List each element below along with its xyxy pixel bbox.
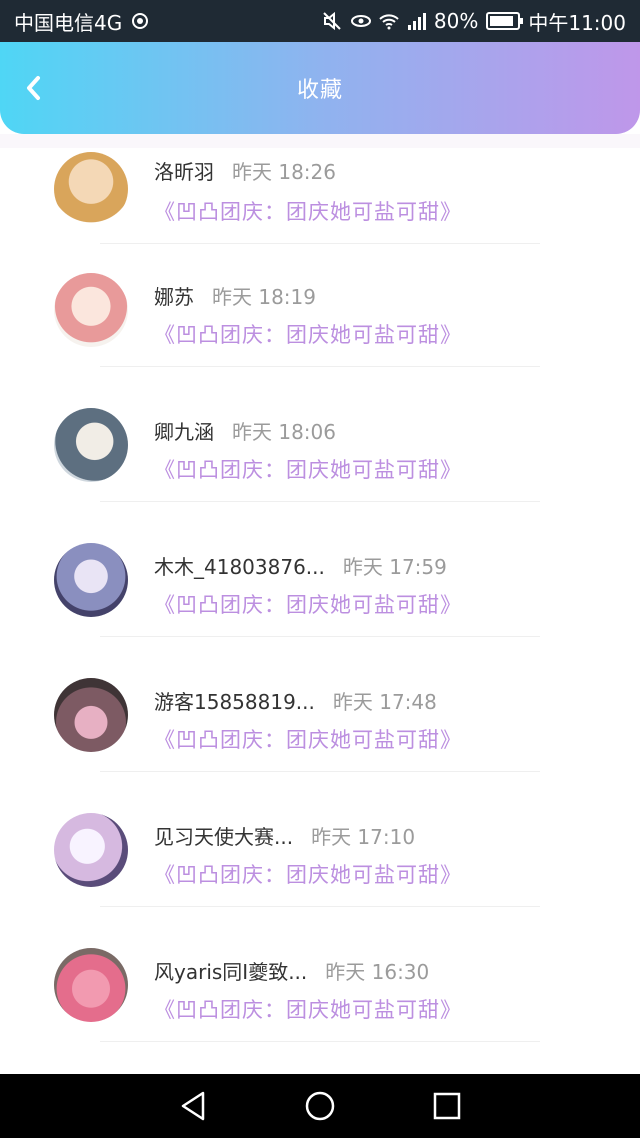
timestamp: 昨天 18:06 (232, 420, 336, 444)
timestamp: 昨天 16:30 (325, 960, 430, 984)
back-button[interactable] (18, 72, 50, 104)
battery-icon (486, 12, 524, 30)
divider (100, 366, 540, 367)
timestamp: 昨天 18:26 (232, 160, 336, 184)
article-link[interactable]: 《凹凸团庆：团庆她可盐可甜》 (154, 454, 462, 484)
divider (100, 906, 540, 907)
list-item[interactable]: 洛昕羽 昨天 18:26 《凹凸团庆：团庆她可盐可甜》 (0, 148, 640, 271)
avatar (54, 273, 128, 347)
divider (100, 243, 540, 244)
user-name: 游客15858819... (154, 690, 315, 714)
avatar (54, 678, 128, 752)
list-item[interactable]: 卿九涵 昨天 18:06 《凹凸团庆：团庆她可盐可甜》 (0, 406, 640, 541)
list-item[interactable]: 木木_41803876... 昨天 17:59 《凹凸团庆：团庆她可盐可甜》 (0, 541, 640, 676)
triangle-back-icon (182, 1091, 205, 1121)
signal-shield-icon (130, 11, 150, 31)
divider (100, 1041, 540, 1042)
user-name: 娜苏 (154, 285, 194, 309)
divider (100, 501, 540, 502)
timestamp: 昨天 17:48 (332, 690, 437, 714)
list-item[interactable]: 娜苏 昨天 18:19 《凹凸团庆：团庆她可盐可甜》 (0, 271, 640, 406)
clock: 中午11:00 (528, 10, 626, 35)
battery-percent: 80% (433, 9, 479, 33)
avatar (54, 813, 128, 887)
nav-recent-button[interactable] (429, 1088, 465, 1124)
user-name: 卿九涵 (154, 420, 214, 444)
user-name: 木木_41803876... (154, 555, 325, 579)
divider (100, 636, 540, 637)
avatar (54, 408, 128, 482)
nav-home-button[interactable] (302, 1088, 338, 1124)
status-left: 中国电信4G (14, 7, 150, 36)
favorites-list: 洛昕羽 昨天 18:26 《凹凸团庆：团庆她可盐可甜》 娜苏 昨天 18:19 … (0, 148, 640, 1074)
timestamp: 昨天 17:59 (342, 555, 447, 579)
eye-icon (350, 11, 371, 31)
user-name: 洛昕羽 (154, 160, 214, 184)
avatar (54, 543, 128, 617)
article-link[interactable]: 《凹凸团庆：团庆她可盐可甜》 (154, 859, 462, 889)
timestamp: 昨天 18:19 (212, 285, 316, 309)
nav-back-button[interactable] (175, 1088, 211, 1124)
avatar (54, 152, 128, 226)
timestamp: 昨天 17:10 (311, 825, 416, 849)
square-recent-icon (433, 1092, 460, 1120)
user-name: 风yaris同I夔致... (154, 960, 308, 984)
cell-signal-icon (406, 11, 426, 31)
header-bar: 收藏 (0, 42, 640, 134)
list-item[interactable]: 游客15858819... 昨天 17:48 《凹凸团庆：团庆她可盐可甜》 (0, 676, 640, 811)
system-nav-bar (0, 1074, 640, 1138)
article-link[interactable]: 《凹凸团庆：团庆她可盐可甜》 (154, 724, 462, 754)
page-title: 收藏 (296, 78, 343, 103)
user-name: 见习天使大赛... (154, 825, 294, 849)
status-bar: 中国电信4G 80% 中午11:00 (0, 0, 640, 42)
mute-icon (322, 11, 342, 31)
wifi-icon (378, 11, 399, 31)
status-right: 80% 中午11:00 (322, 7, 626, 36)
article-link[interactable]: 《凹凸团庆：团庆她可盐可甜》 (154, 994, 462, 1024)
list-item[interactable]: 风yaris同I夔致... 昨天 16:30 《凹凸团庆：团庆她可盐可甜》 (0, 946, 640, 1074)
divider (100, 771, 540, 772)
list-item[interactable]: 见习天使大赛... 昨天 17:10 《凹凸团庆：团庆她可盐可甜》 (0, 811, 640, 946)
list-top-spacer (0, 134, 640, 148)
circle-home-icon (305, 1091, 335, 1121)
article-link[interactable]: 《凹凸团庆：团庆她可盐可甜》 (154, 319, 462, 349)
carrier-label: 中国电信4G (14, 10, 123, 35)
chevron-left-icon (27, 76, 40, 100)
article-link[interactable]: 《凹凸团庆：团庆她可盐可甜》 (154, 196, 462, 226)
avatar (54, 948, 128, 1022)
article-link[interactable]: 《凹凸团庆：团庆她可盐可甜》 (154, 589, 462, 619)
